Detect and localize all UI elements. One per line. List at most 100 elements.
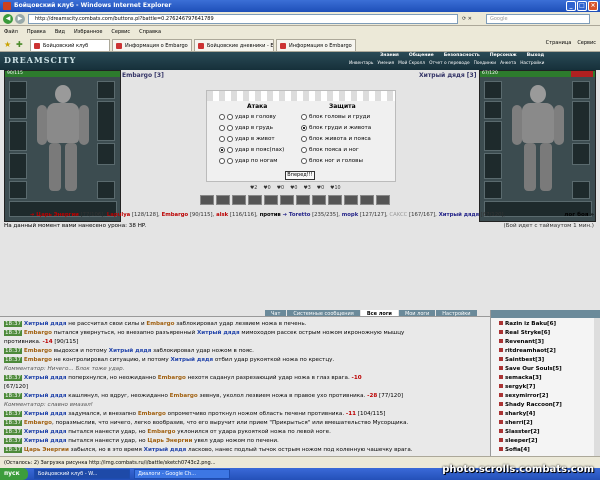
radio-button[interactable] bbox=[219, 157, 225, 164]
sub-menu-item[interactable]: Поединки bbox=[474, 61, 496, 66]
armor-slot[interactable] bbox=[484, 153, 502, 179]
radio-button[interactable] bbox=[227, 124, 233, 131]
player-link[interactable]: Embargo bbox=[24, 420, 52, 426]
player-link[interactable]: Embargo bbox=[24, 348, 52, 354]
shield-slot[interactable] bbox=[572, 101, 590, 141]
online-user[interactable]: sergyk[7] bbox=[499, 384, 535, 390]
online-user[interactable]: ritdreamhaot[2] bbox=[499, 348, 556, 354]
helmet-slot[interactable] bbox=[484, 81, 502, 99]
leggings-slot[interactable] bbox=[97, 143, 115, 165]
online-user[interactable]: sharky[4] bbox=[499, 411, 535, 417]
toolbar-menu[interactable]: Сервис bbox=[577, 40, 596, 46]
player-link[interactable]: Хитрый дядя bbox=[24, 321, 67, 327]
radio-button[interactable] bbox=[227, 113, 233, 120]
boots-slot[interactable] bbox=[97, 181, 115, 199]
player-link[interactable]: Embargo bbox=[170, 393, 198, 399]
action-icon[interactable] bbox=[280, 195, 294, 205]
boots-slot[interactable] bbox=[572, 181, 590, 199]
earring-slot[interactable] bbox=[484, 101, 502, 119]
defense-option[interactable]: блок ног и головы bbox=[301, 156, 363, 165]
attack-option[interactable]: удар в голову bbox=[219, 112, 276, 121]
radio-button[interactable] bbox=[219, 113, 225, 120]
player-link[interactable]: Embargo bbox=[158, 375, 186, 381]
action-icon[interactable] bbox=[376, 195, 390, 205]
back-button[interactable]: ◀ bbox=[3, 14, 13, 24]
online-user[interactable]: sherri[2] bbox=[499, 420, 533, 426]
action-icon[interactable] bbox=[296, 195, 310, 205]
start-button[interactable]: пуск bbox=[0, 468, 28, 480]
online-user[interactable]: Shady Raccoon[7] bbox=[499, 402, 562, 408]
player-link[interactable]: Хитрый дядя bbox=[197, 330, 240, 336]
action-icon[interactable] bbox=[344, 195, 358, 205]
menu-item[interactable]: Вид bbox=[55, 29, 65, 35]
browser-tab[interactable]: Информация о Embargo bbox=[112, 39, 192, 51]
sub-menu-item[interactable]: Анкета bbox=[500, 61, 516, 66]
maximize-button[interactable]: □ bbox=[577, 1, 587, 11]
address-input[interactable]: http://dreamscity.combats.com/buttons.pl… bbox=[28, 14, 458, 24]
enemy-name[interactable]: Хитрый дядя bbox=[437, 212, 479, 218]
action-icon[interactable] bbox=[328, 195, 342, 205]
online-user[interactable]: Save Our Souls[5] bbox=[499, 366, 562, 372]
action-icon[interactable] bbox=[216, 195, 230, 205]
defense-option[interactable]: блок головы и груди bbox=[301, 112, 370, 121]
online-user[interactable]: Revenant[3] bbox=[499, 339, 544, 345]
search-input[interactable]: Google bbox=[486, 14, 590, 24]
player-link[interactable]: Хитрый дядя bbox=[144, 447, 187, 453]
gloves-slot[interactable] bbox=[572, 81, 590, 99]
ally-name[interactable]: alsk bbox=[214, 212, 228, 218]
attack-option[interactable]: удар в живот bbox=[219, 134, 275, 143]
enemy-name[interactable]: ➔ Toretto bbox=[283, 212, 311, 218]
toolbar-menu[interactable]: Страница bbox=[546, 40, 572, 46]
radio-button[interactable] bbox=[301, 113, 307, 120]
player-link[interactable]: Embargo bbox=[138, 411, 166, 417]
browser-tab[interactable]: Бойцовские дневники - Em... bbox=[194, 39, 274, 51]
radio-button[interactable] bbox=[219, 124, 225, 131]
browser-tab[interactable]: Бойцовский клуб bbox=[30, 39, 110, 51]
action-icon[interactable] bbox=[248, 195, 262, 205]
action-icon[interactable] bbox=[232, 195, 246, 205]
top-menu-item[interactable]: Знания bbox=[380, 53, 399, 58]
attack-option[interactable]: удар в грудь bbox=[219, 123, 273, 132]
forward-button[interactable]: ▶ bbox=[15, 14, 25, 24]
weapon-slot[interactable] bbox=[9, 121, 27, 151]
top-menu-item[interactable]: Персонаж bbox=[490, 53, 517, 58]
radio-button[interactable] bbox=[301, 146, 307, 153]
online-user[interactable]: sleeper[2] bbox=[499, 438, 537, 444]
player-link[interactable]: Хитрый дядя bbox=[24, 429, 67, 435]
menu-item[interactable]: Файл bbox=[4, 29, 18, 35]
sub-menu-item[interactable]: Отчет о переводе bbox=[429, 61, 470, 66]
radio-button[interactable] bbox=[227, 146, 233, 153]
action-icon[interactable] bbox=[312, 195, 326, 205]
player-link[interactable]: Хитрый дядя bbox=[24, 393, 67, 399]
online-user[interactable]: Saintbest[3] bbox=[499, 357, 544, 363]
ally-name[interactable]: Lapulya bbox=[105, 212, 130, 218]
ally-name[interactable]: Embargo bbox=[160, 212, 189, 218]
menu-item[interactable]: Правка bbox=[27, 29, 46, 35]
radio-button[interactable] bbox=[301, 124, 307, 131]
player-name[interactable]: Embargo [3] bbox=[122, 72, 164, 79]
player-link[interactable]: Хитрый дядя bbox=[109, 348, 152, 354]
sub-menu-item[interactable]: Мой Скролл bbox=[398, 61, 425, 66]
refresh-icon[interactable]: ⟳ ✕ bbox=[462, 14, 480, 24]
player-link[interactable]: Хитрый дядя bbox=[24, 375, 67, 381]
add-favorites-icon[interactable]: ✚ bbox=[16, 40, 25, 49]
minimize-button[interactable]: _ bbox=[566, 1, 576, 11]
earring-slot[interactable] bbox=[9, 101, 27, 119]
online-user[interactable]: sexymirror[2] bbox=[499, 393, 548, 399]
enemy-name[interactable]: CAKCC bbox=[388, 212, 407, 218]
player-link[interactable]: Embargo bbox=[24, 330, 52, 336]
radio-button[interactable] bbox=[301, 135, 307, 142]
action-icon[interactable] bbox=[200, 195, 214, 205]
online-user[interactable]: Real Stryke[6] bbox=[499, 330, 550, 336]
online-user[interactable]: Razin iz Baku[6] bbox=[499, 321, 556, 327]
enemy-name[interactable]: mopk bbox=[340, 212, 358, 218]
radio-button[interactable] bbox=[227, 157, 233, 164]
action-icon[interactable] bbox=[360, 195, 374, 205]
radio-button[interactable] bbox=[219, 135, 225, 142]
close-button[interactable]: × bbox=[588, 1, 598, 11]
radio-button[interactable] bbox=[227, 135, 233, 142]
menu-item[interactable]: Сервис bbox=[111, 29, 130, 35]
attack-option[interactable]: удар в пояс(пах) bbox=[219, 145, 284, 154]
player-link[interactable]: Хитрый дядя bbox=[24, 411, 67, 417]
top-menu-item[interactable]: Выход bbox=[527, 53, 545, 58]
